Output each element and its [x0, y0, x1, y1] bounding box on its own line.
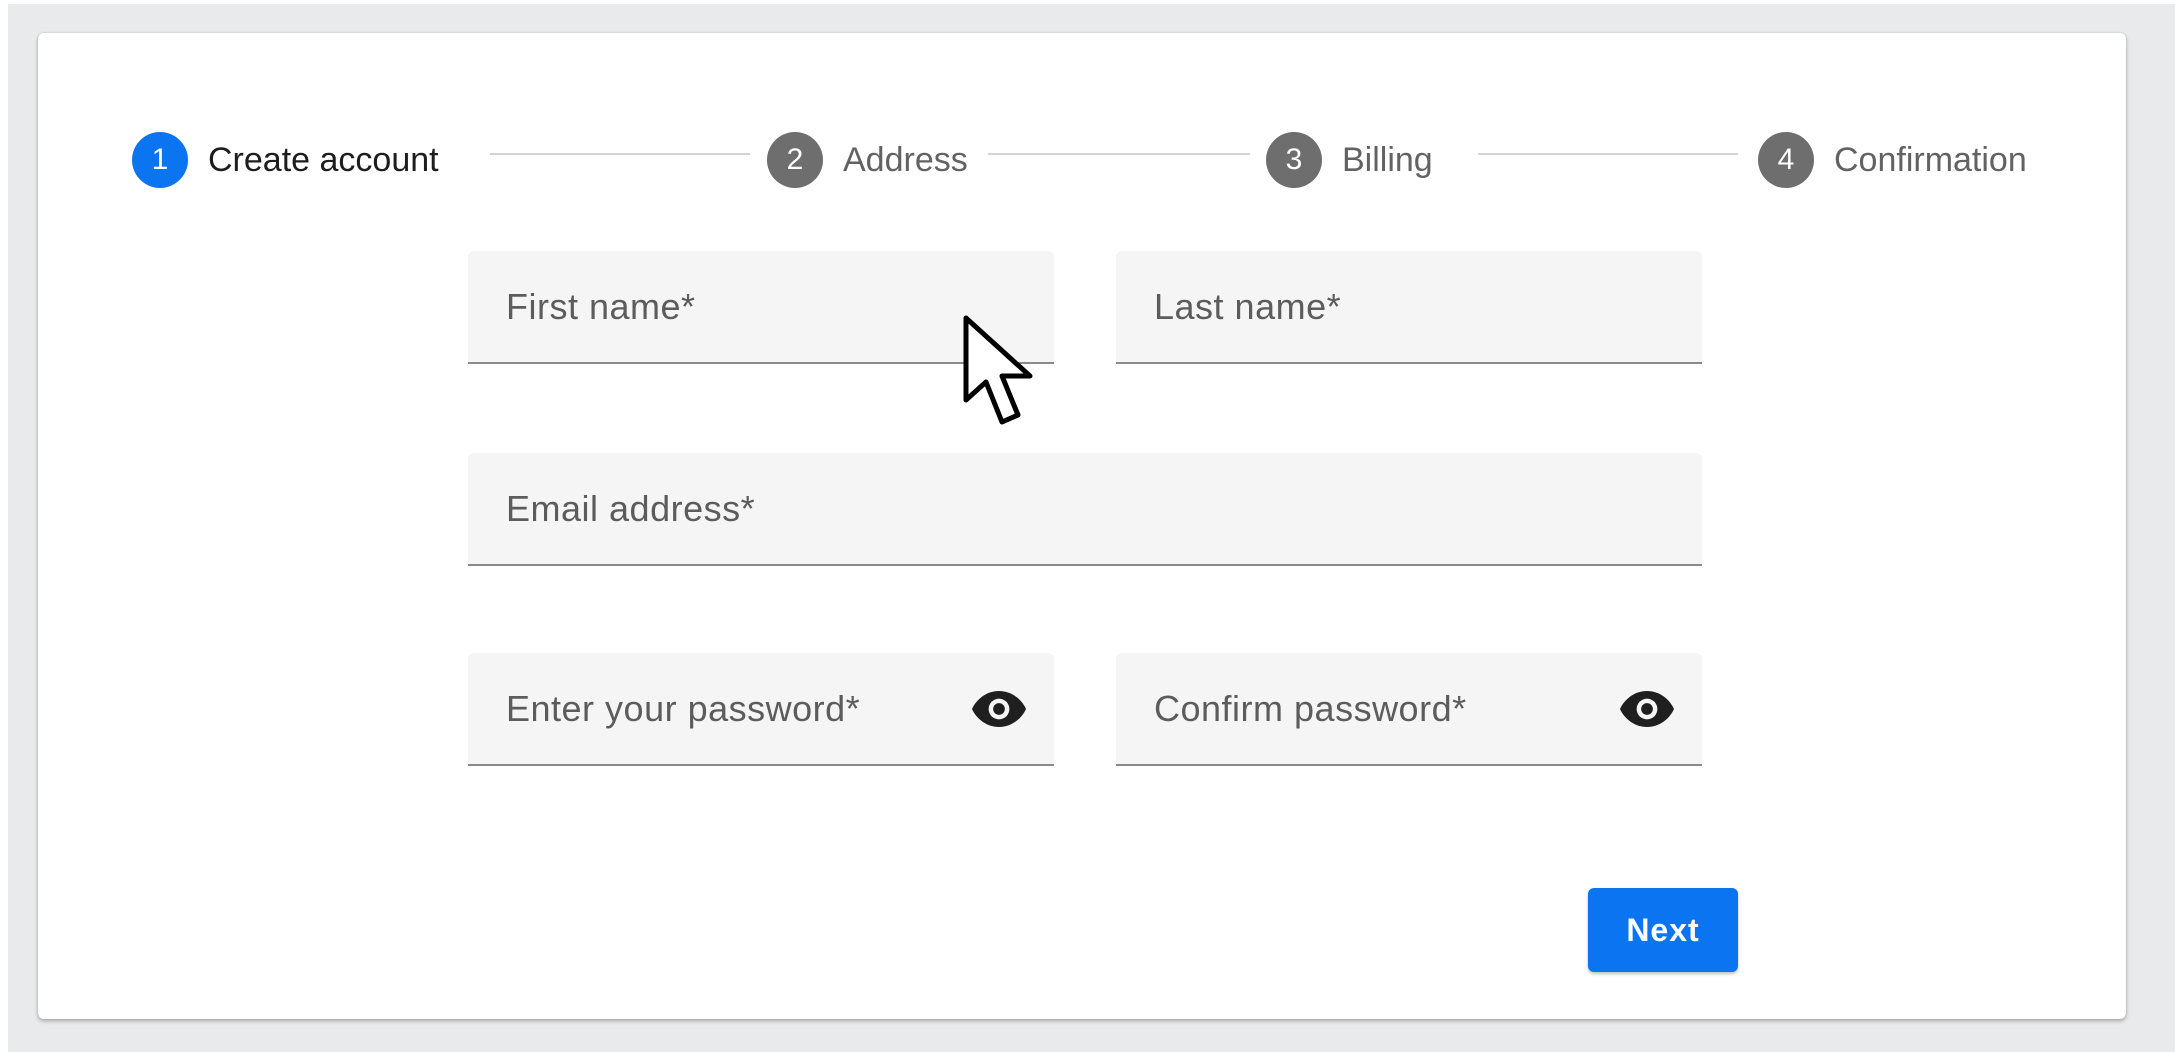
step-number-2: 2: [767, 132, 823, 188]
signup-card: 1 Create account 2 Address 3 Billing 4 C…: [38, 33, 2126, 1019]
step-number-1: 1: [132, 132, 188, 188]
email-field: [468, 453, 1702, 566]
email-input[interactable]: [468, 453, 1702, 564]
last-name-input[interactable]: [1116, 251, 1702, 362]
step-label-create-account: Create account: [208, 140, 439, 179]
next-button[interactable]: Next: [1588, 888, 1738, 972]
step-number-4: 4: [1758, 132, 1814, 188]
step-label-billing: Billing: [1342, 140, 1433, 179]
eye-icon[interactable]: [1620, 689, 1674, 729]
step-address[interactable]: 2 Address: [767, 132, 968, 188]
eye-icon[interactable]: [972, 689, 1026, 729]
last-name-field: [1116, 251, 1702, 364]
confirm-password-input[interactable]: [1116, 653, 1702, 764]
step-create-account[interactable]: 1 Create account: [132, 132, 439, 188]
step-billing[interactable]: 3 Billing: [1266, 132, 1433, 188]
step-connector-3: [1478, 153, 1738, 155]
step-confirmation[interactable]: 4 Confirmation: [1758, 132, 2027, 188]
password-field: [468, 653, 1054, 766]
confirm-password-field: [1116, 653, 1702, 766]
step-label-address: Address: [843, 140, 968, 179]
step-connector-2: [988, 153, 1250, 155]
step-connector-1: [490, 153, 750, 155]
first-name-field: [468, 251, 1054, 364]
first-name-input[interactable]: [468, 251, 1054, 362]
password-input[interactable]: [468, 653, 1054, 764]
step-label-confirmation: Confirmation: [1834, 140, 2027, 179]
step-number-3: 3: [1266, 132, 1322, 188]
